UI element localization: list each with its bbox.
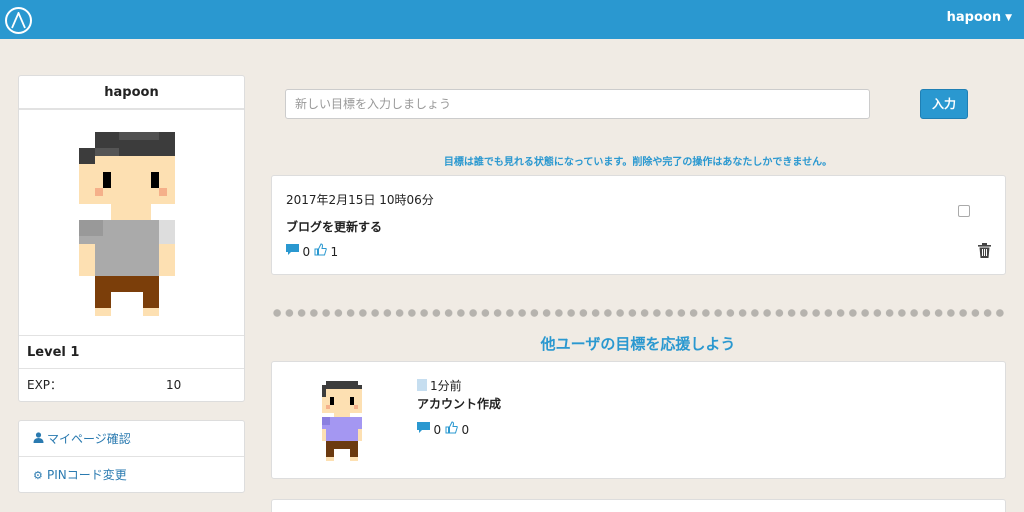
avatar	[79, 132, 175, 316]
level-label: Level 1	[19, 335, 244, 369]
goal-stats: 0 1	[286, 243, 338, 259]
goal-title: アカウント作成	[417, 397, 502, 411]
other-goal-card	[271, 499, 1006, 512]
comment-icon[interactable]	[286, 244, 303, 259]
mountain-logo-icon[interactable]	[5, 7, 32, 34]
complete-checkbox[interactable]	[958, 205, 970, 217]
comment-count: 0	[433, 423, 442, 437]
username-label: hapoon	[946, 10, 1002, 25]
profile-links: マイページ確認 ⚙ PINコード変更	[18, 420, 245, 493]
avatar	[322, 381, 362, 461]
pin-change-link-label: PINコード変更	[47, 468, 127, 482]
submit-goal-button[interactable]: 入力	[920, 89, 968, 119]
goal-date: 2017年2月15日 10時06分	[286, 193, 434, 207]
goal-time: 1分前	[417, 377, 462, 394]
new-goal-input[interactable]: 新しい目標を入力しましょう	[285, 89, 870, 119]
caret-down-icon: ▼	[1005, 12, 1012, 23]
mypage-link[interactable]: マイページ確認	[19, 421, 244, 457]
exp-row: EXP： 10	[19, 369, 244, 401]
user-menu[interactable]: hapoon ▼	[947, 10, 1012, 25]
profile-card: hapoon Level 1 EXP： 10	[18, 75, 245, 402]
exp-value: 10	[166, 378, 182, 392]
like-count: 0	[461, 423, 470, 437]
pin-change-link[interactable]: ⚙ PINコード変更	[19, 457, 244, 493]
thumbs-up-icon[interactable]	[314, 243, 331, 259]
comment-icon[interactable]	[417, 422, 434, 437]
comment-count: 0	[302, 245, 311, 259]
gear-icon: ⚙	[33, 469, 43, 482]
mypage-link-label: マイページ確認	[47, 432, 131, 446]
trash-icon[interactable]	[978, 243, 991, 262]
level-badge-icon	[417, 379, 427, 391]
like-count: 1	[330, 245, 339, 259]
goal-time-text: 1分前	[430, 379, 462, 393]
dotted-divider	[271, 309, 1006, 317]
profile-name: hapoon	[19, 76, 244, 110]
user-icon	[33, 422, 47, 458]
my-goal-card: 2017年2月15日 10時06分 ブログを更新する 0 1	[271, 175, 1006, 275]
section-title: 他ユーザの目標を応援しよう	[540, 335, 736, 353]
thumbs-up-icon[interactable]	[445, 421, 462, 437]
goal-stats: 0 0	[417, 421, 469, 437]
exp-label: EXP：	[27, 378, 63, 392]
visibility-notice: 目標は誰でも見れる状態になっています。削除や完了の操作はあなたしかできません。	[443, 157, 833, 168]
top-navbar: hapoon ▼	[0, 0, 1024, 39]
other-goal-card: 1分前 アカウント作成 0 0	[271, 361, 1006, 479]
goal-title: ブログを更新する	[286, 220, 383, 234]
